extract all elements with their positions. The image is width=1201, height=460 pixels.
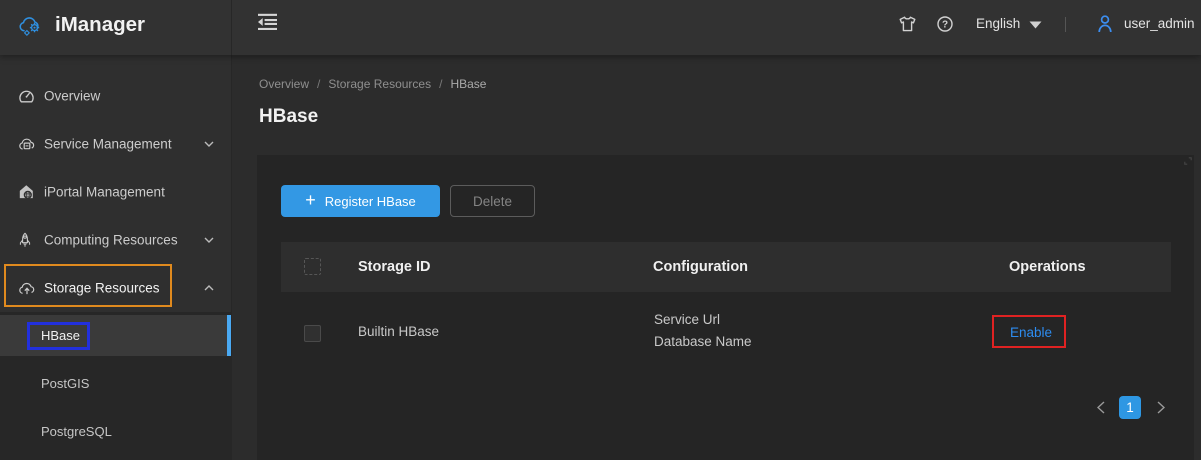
svg-text:?: ?: [942, 20, 948, 31]
